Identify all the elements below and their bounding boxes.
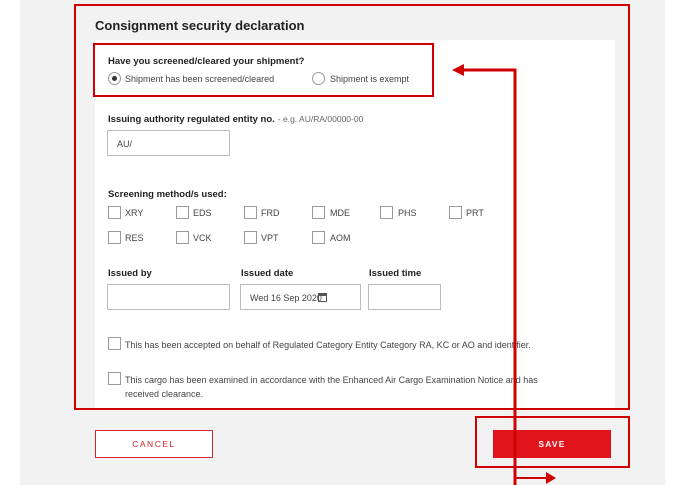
annotation-arrows [452,64,556,485]
arrow-to-screening-question [460,68,517,485]
arrowhead-screening-question [452,64,464,76]
arrowhead-save-button [546,472,556,484]
